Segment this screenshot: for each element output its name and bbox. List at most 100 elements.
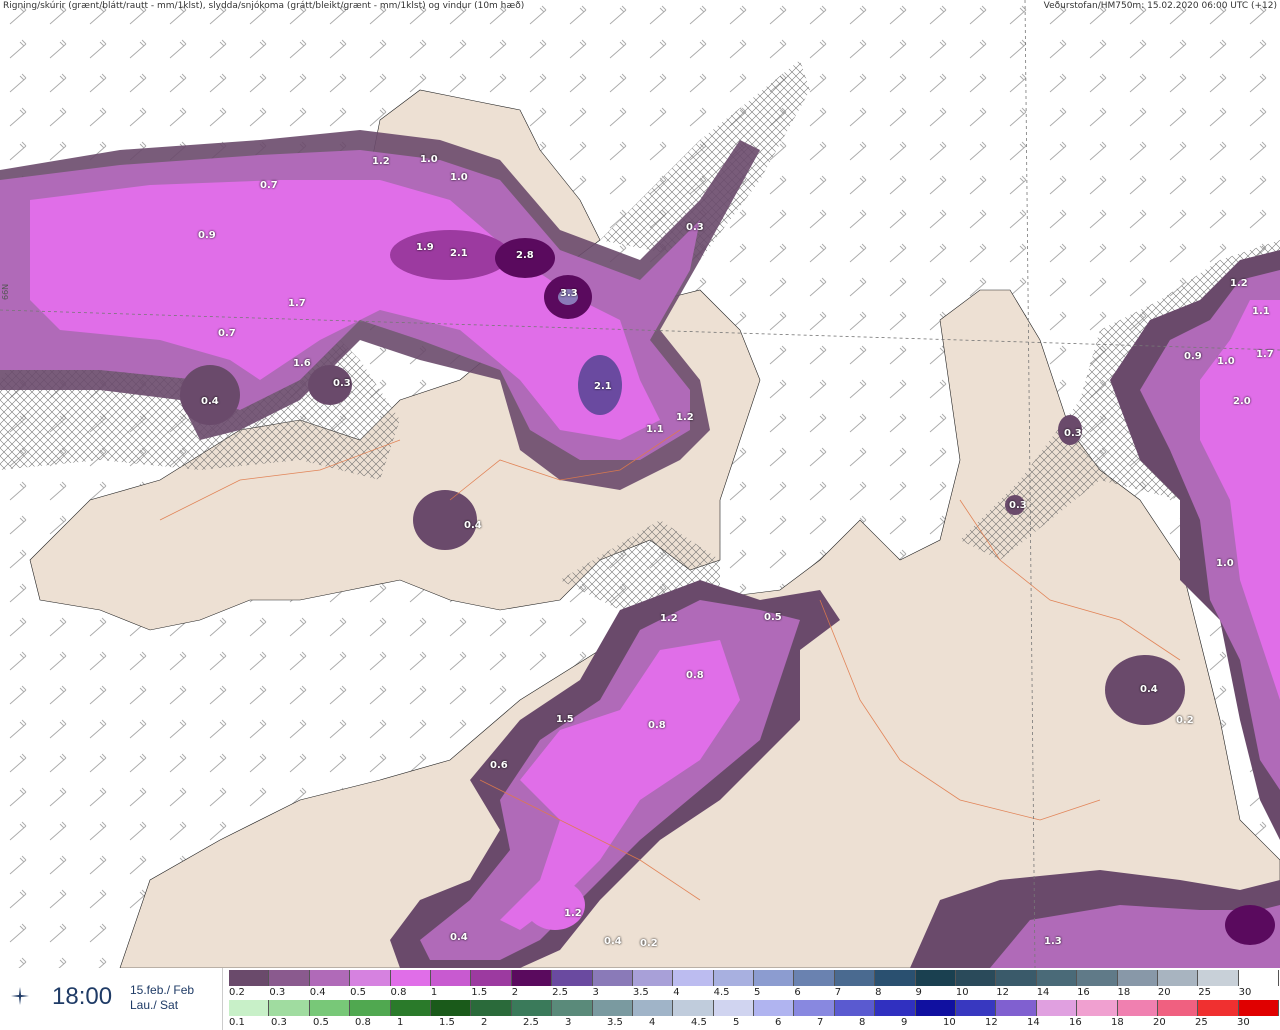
scale-swatch xyxy=(915,1000,957,1016)
scale-swatch xyxy=(229,970,270,986)
precip-value-label: 0.3 xyxy=(1009,500,1027,511)
latitude-label: 66N xyxy=(1,283,10,300)
scale-swatch xyxy=(1077,970,1118,986)
rain-color-scale xyxy=(229,1000,1280,1016)
precip-value-label: 0.9 xyxy=(198,230,216,241)
scale-label: 10 xyxy=(943,1017,956,1028)
scale-swatch xyxy=(511,1000,553,1016)
scale-swatch xyxy=(834,970,876,986)
scale-label: 0.8 xyxy=(390,987,407,998)
precip-value-label: 1.0 xyxy=(450,172,468,183)
scale-label: 2 xyxy=(511,987,519,998)
scale-swatch xyxy=(471,970,512,986)
scale-label: 0.8 xyxy=(355,1017,371,1028)
precip-value-label: 1.2 xyxy=(676,412,694,423)
scale-label: 1.5 xyxy=(439,1017,455,1028)
precip-value-label: 0.8 xyxy=(648,720,666,731)
scale-label: 0.3 xyxy=(269,987,286,998)
scale-label: 2.5 xyxy=(552,987,568,998)
precip-value-label: 1.0 xyxy=(420,154,438,165)
precip-value-label: 0.3 xyxy=(1064,428,1082,439)
scale-swatch xyxy=(754,1000,795,1016)
precip-value-label: 0.4 xyxy=(604,936,622,947)
precip-value-label: 0.9 xyxy=(1184,351,1202,362)
scale-swatch xyxy=(875,970,916,986)
scale-swatch xyxy=(875,1000,916,1016)
scale-label: 30 xyxy=(1237,1017,1250,1028)
scale-label: 14 xyxy=(1027,1017,1040,1028)
precip-value-label: 0.7 xyxy=(260,180,278,191)
scale-swatch xyxy=(1157,1000,1199,1016)
scale-label: 0.1 xyxy=(229,1017,245,1028)
scale-label: 3 xyxy=(592,987,599,998)
precip-value-label: 1.7 xyxy=(288,298,306,309)
precip-value-label: 1.1 xyxy=(646,424,664,435)
scale-swatch xyxy=(269,970,310,986)
precip-value-label: 0.2 xyxy=(640,938,658,949)
precip-value-label: 2.0 xyxy=(1233,396,1251,407)
scale-swatch xyxy=(350,970,391,986)
precip-value-label: 0.2 xyxy=(1176,715,1194,726)
precip-value-label: 2.1 xyxy=(594,381,612,392)
scale-swatch xyxy=(713,970,755,986)
snow-color-scale xyxy=(229,970,1280,986)
scale-label: 5 xyxy=(733,1017,740,1028)
scale-label: 4.5 xyxy=(691,1017,707,1028)
scale-label: 2 xyxy=(481,1017,488,1028)
scale-swatch xyxy=(1198,1000,1239,1016)
scale-swatch xyxy=(996,1000,1037,1016)
weather-star-icon xyxy=(11,987,29,1005)
scale-swatch xyxy=(390,1000,431,1016)
scale-swatch xyxy=(673,970,714,986)
rain-scale-labels: 0.1 0.3 0.5 0.8 1 1.5 2 2.5 3 3.5 4 4.5 5 6 7 8 9 10 12 14 1… xyxy=(229,1017,1279,1029)
scale-label: 7 xyxy=(817,1017,824,1028)
scale-swatch xyxy=(1077,1000,1118,1016)
scale-label: 12 xyxy=(996,987,1010,998)
forecast-date: 15.feb./ Feb xyxy=(130,983,195,997)
scale-swatch xyxy=(592,970,633,986)
scale-swatch xyxy=(632,1000,674,1016)
scale-swatch xyxy=(1238,1000,1280,1016)
precip-value-label: 0.3 xyxy=(686,222,704,233)
precip-value-label: 0.4 xyxy=(464,520,482,531)
precip-value-label: 2.8 xyxy=(516,250,534,261)
scale-swatch xyxy=(229,1000,270,1016)
scale-swatch xyxy=(511,970,553,986)
scale-label: 0.2 xyxy=(229,987,245,998)
scale-label: 1 xyxy=(430,987,438,998)
precip-value-label: 1.2 xyxy=(660,613,678,624)
scale-swatch xyxy=(1157,970,1199,986)
scale-label: 4.5 xyxy=(713,987,730,998)
precip-value-label: 1.7 xyxy=(1256,349,1274,360)
scale-swatch xyxy=(713,1000,755,1016)
scale-label: 10 xyxy=(955,987,969,998)
scale-swatch xyxy=(309,1000,351,1016)
scale-swatch xyxy=(350,1000,391,1016)
scale-swatch xyxy=(794,1000,835,1016)
scale-label: 2.5 xyxy=(523,1017,539,1028)
precip-value-label: 0.4 xyxy=(450,932,468,943)
scale-label: 4 xyxy=(673,987,680,998)
weather-map[interactable] xyxy=(0,0,1280,968)
scale-swatch xyxy=(632,970,674,986)
scale-label: 18 xyxy=(1111,1017,1124,1028)
scale-swatch xyxy=(269,1000,310,1016)
scale-label: 18 xyxy=(1117,987,1131,998)
scale-swatch xyxy=(915,970,957,986)
scale-label: 20 xyxy=(1153,1017,1166,1028)
scale-swatch xyxy=(1117,1000,1158,1016)
scale-label: 16 xyxy=(1077,987,1090,998)
scale-swatch xyxy=(552,1000,593,1016)
forecast-time: 18:00 xyxy=(52,983,113,1010)
precip-value-label: 1.1 xyxy=(1252,306,1270,317)
scale-label: 9 xyxy=(901,1017,908,1028)
scale-swatch xyxy=(1036,970,1078,986)
snow-scale-labels: 0.2 0.3 0.4 0.5 0.8 1 1.5 2 2.5 3 3.5 4 4.5 5 6 7 8 9 10 12… xyxy=(229,987,1279,999)
scale-label: 0.5 xyxy=(350,987,367,998)
precip-value-label: 1.6 xyxy=(293,358,311,369)
scale-swatch xyxy=(471,1000,512,1016)
scale-swatch xyxy=(390,970,431,986)
scale-label: 8 xyxy=(875,987,882,998)
scale-label: 1 xyxy=(397,1017,404,1028)
precip-value-label: 0.7 xyxy=(218,328,236,339)
